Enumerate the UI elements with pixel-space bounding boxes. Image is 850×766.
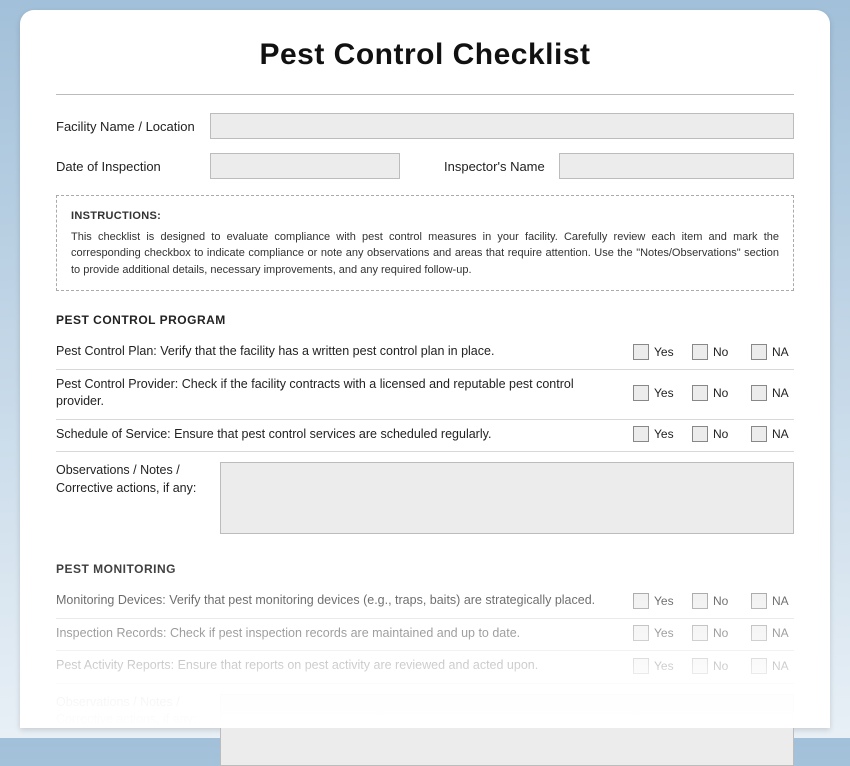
date-inspector-row: Date of Inspection Inspector's Name <box>56 153 794 179</box>
label-no: No <box>713 594 735 608</box>
date-label: Date of Inspection <box>56 159 196 174</box>
checkbox-na[interactable] <box>751 658 767 674</box>
item-text: Inspection Records: Check if pest inspec… <box>56 625 625 643</box>
item-text: Pest Activity Reports: Ensure that repor… <box>56 657 625 675</box>
checkbox-no[interactable] <box>692 658 708 674</box>
notes-row: Observations / Notes / Corrective action… <box>56 462 794 534</box>
checkbox-yes[interactable] <box>633 385 649 401</box>
checkbox-no[interactable] <box>692 426 708 442</box>
check-group: Yes No NA <box>633 625 794 641</box>
checklist-item: Pest Control Provider: Check if the faci… <box>56 370 794 420</box>
label-yes: Yes <box>654 659 676 673</box>
checkbox-na[interactable] <box>751 344 767 360</box>
check-group: Yes No NA <box>633 593 794 609</box>
label-yes: Yes <box>654 427 676 441</box>
label-no: No <box>713 659 735 673</box>
instructions-heading: INSTRUCTIONS: <box>71 208 779 225</box>
checklist-item: Inspection Records: Check if pest inspec… <box>56 619 794 652</box>
item-text: Schedule of Service: Ensure that pest co… <box>56 426 625 444</box>
checkbox-na[interactable] <box>751 593 767 609</box>
label-no: No <box>713 427 735 441</box>
label-na: NA <box>772 659 794 673</box>
instructions-box: INSTRUCTIONS: This checklist is designed… <box>56 195 794 291</box>
notes-input[interactable] <box>220 694 794 766</box>
divider <box>56 94 794 95</box>
checkbox-na[interactable] <box>751 625 767 641</box>
section-title-1: PEST CONTROL PROGRAM <box>56 313 794 327</box>
document-page: Pest Control Checklist Facility Name / L… <box>20 10 830 728</box>
check-group: Yes No NA <box>633 658 794 674</box>
item-text: Monitoring Devices: Verify that pest mon… <box>56 592 625 610</box>
page-title: Pest Control Checklist <box>56 38 794 72</box>
label-no: No <box>713 386 735 400</box>
label-yes: Yes <box>654 345 676 359</box>
label-yes: Yes <box>654 386 676 400</box>
checkbox-no[interactable] <box>692 625 708 641</box>
inspector-label: Inspector's Name <box>444 159 545 174</box>
checklist-item: Pest Control Plan: Verify that the facil… <box>56 337 794 370</box>
checkbox-no[interactable] <box>692 385 708 401</box>
notes-label: Observations / Notes / Corrective action… <box>56 694 206 766</box>
facility-input[interactable] <box>210 113 794 139</box>
label-na: NA <box>772 345 794 359</box>
notes-row: Observations / Notes / Corrective action… <box>56 694 794 766</box>
checkbox-yes[interactable] <box>633 658 649 674</box>
facility-label: Facility Name / Location <box>56 119 196 134</box>
item-text: Pest Control Provider: Check if the faci… <box>56 376 625 411</box>
label-yes: Yes <box>654 626 676 640</box>
label-na: NA <box>772 386 794 400</box>
checkbox-no[interactable] <box>692 344 708 360</box>
instructions-body: This checklist is designed to evaluate c… <box>71 229 779 279</box>
check-group: Yes No NA <box>633 344 794 360</box>
checklist-item: Pest Activity Reports: Ensure that repor… <box>56 651 794 684</box>
checklist-item: Schedule of Service: Ensure that pest co… <box>56 420 794 453</box>
label-yes: Yes <box>654 594 676 608</box>
notes-input[interactable] <box>220 462 794 534</box>
checklist-item: Monitoring Devices: Verify that pest mon… <box>56 586 794 619</box>
section-title-2: PEST MONITORING <box>56 562 794 576</box>
check-group: Yes No NA <box>633 426 794 442</box>
label-na: NA <box>772 427 794 441</box>
checkbox-yes[interactable] <box>633 593 649 609</box>
checkbox-no[interactable] <box>692 593 708 609</box>
facility-row: Facility Name / Location <box>56 113 794 139</box>
checkbox-na[interactable] <box>751 426 767 442</box>
label-na: NA <box>772 626 794 640</box>
checkbox-na[interactable] <box>751 385 767 401</box>
inspector-input[interactable] <box>559 153 794 179</box>
date-input[interactable] <box>210 153 400 179</box>
checkbox-yes[interactable] <box>633 625 649 641</box>
item-text: Pest Control Plan: Verify that the facil… <box>56 343 625 361</box>
label-no: No <box>713 626 735 640</box>
check-group: Yes No NA <box>633 385 794 401</box>
checkbox-yes[interactable] <box>633 426 649 442</box>
notes-label: Observations / Notes / Corrective action… <box>56 462 206 534</box>
label-na: NA <box>772 594 794 608</box>
label-no: No <box>713 345 735 359</box>
checkbox-yes[interactable] <box>633 344 649 360</box>
